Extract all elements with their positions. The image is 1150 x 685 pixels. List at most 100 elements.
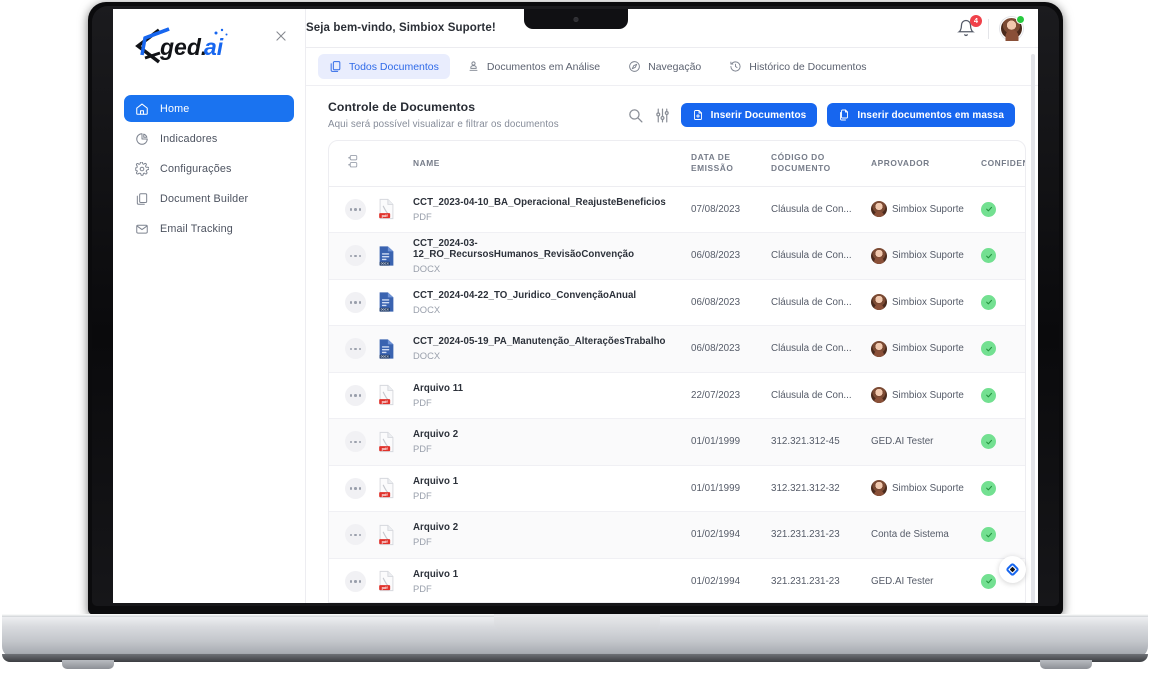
row-name-cell: CCT_2023-04-10_BA_Operacional_ReajusteBe…	[413, 186, 691, 234]
search-icon[interactable]	[627, 107, 644, 124]
check-icon	[985, 579, 992, 584]
row-date-cell: 06/08/2023	[691, 279, 771, 327]
row-menu-button[interactable]	[345, 431, 366, 453]
row-name-cell: CCT_2024-04-22_TO_Juridico_ConvençãoAnua…	[413, 279, 691, 327]
row-menu-button[interactable]	[345, 245, 366, 267]
svg-text:pdf: pdf	[382, 400, 389, 404]
insert-documents-bulk-button[interactable]: Inserir documentos em massa	[827, 103, 1015, 127]
row-name-cell: Arquivo 1 PDF	[413, 558, 691, 602]
row-menu-button[interactable]	[345, 477, 366, 499]
row-approver-cell: Simbiox Suporte	[871, 279, 981, 327]
svg-text:pdf: pdf	[382, 540, 389, 544]
user-avatar-button[interactable]	[1000, 15, 1025, 40]
col-approver: APROVADOR	[871, 141, 981, 187]
approver-avatar	[871, 247, 887, 264]
docx-file-icon: DOCX	[379, 292, 394, 312]
row-code-cell: Cláusula de Con...	[771, 186, 871, 234]
sidebar-item-email-tracking[interactable]: Email Tracking	[124, 215, 294, 242]
table-row[interactable]: DOCX CCT_2024-05-19_PA_Manutenção_Altera…	[329, 325, 1025, 373]
row-menu-cell	[329, 465, 377, 513]
insert-documents-button[interactable]: Inserir Documentos	[680, 103, 818, 127]
sidebar-item-configuracoes[interactable]: Configurações	[124, 155, 294, 182]
row-menu-button[interactable]	[345, 570, 366, 592]
page-header-text: Controle de Documentos Aqui será possíve…	[328, 100, 559, 130]
sidebar-item-label: Email Tracking	[160, 222, 233, 235]
tab-label: Todos Documentos	[349, 60, 439, 73]
sliders-filter-icon[interactable]	[654, 107, 671, 124]
approver-name: Simbiox Suporte	[892, 203, 964, 215]
document-type: PDF	[413, 582, 432, 594]
svg-text:DOCX: DOCX	[381, 308, 389, 312]
approver-name: Simbiox Suporte	[892, 482, 964, 494]
tab-documentos-em-analise[interactable]: Documentos em Análise	[456, 54, 611, 79]
document-type: PDF	[413, 210, 432, 222]
check-icon	[985, 439, 992, 445]
table-row[interactable]: DOCX CCT_2024-03-12_RO_RecursosHumanos_R…	[329, 232, 1025, 280]
notifications-button[interactable]: 4	[957, 14, 982, 39]
laptop-base-shadow	[2, 654, 1148, 662]
sidebar: ged. ai Home Indicadores Configurações D…	[113, 9, 306, 603]
svg-text:pdf: pdf	[382, 586, 389, 590]
column-settings-icon[interactable]	[347, 154, 360, 169]
table-row[interactable]: pdf Arquivo 1 PDF 01/02/1994 321.231.231…	[329, 558, 1025, 602]
row-menu-cell	[329, 325, 377, 373]
row-menu-cell	[329, 372, 377, 420]
approver: Conta de Sistema	[871, 529, 981, 540]
table-row[interactable]: DOCX CCT_2024-04-22_TO_Juridico_Convençã…	[329, 279, 1025, 327]
document-type: DOCX	[413, 262, 441, 274]
row-approver-cell: GED.AI Tester	[871, 418, 981, 466]
approver-name: Simbiox Suporte	[892, 296, 964, 308]
page-subtitle: Aqui será possível visualizar e filtrar …	[328, 119, 559, 130]
sidebar-item-label: Document Builder	[160, 192, 249, 205]
row-code-cell: 312.321.312-32	[771, 465, 871, 513]
confidential-check-badge	[981, 294, 996, 310]
document-name: Arquivo 1	[413, 475, 459, 487]
row-name-cell: CCT_2024-05-19_PA_Manutenção_AlteraçõesT…	[413, 325, 691, 373]
insert-documents-label: Inserir Documentos	[710, 109, 807, 121]
table-row[interactable]: pdf Arquivo 11 PDF 22/07/2023 Cláusula d…	[329, 372, 1025, 420]
table-header: NAME DATA DE EMISSÃO CÓDIGO DO DOCUMENTO…	[329, 141, 1025, 187]
row-name-cell: Arquivo 11 PDF	[413, 372, 691, 420]
sidebar-item-document-builder[interactable]: Document Builder	[124, 185, 294, 212]
tab-bar: Todos Documentos Documentos em Análise N…	[306, 48, 1038, 86]
table-row[interactable]: pdf CCT_2023-04-10_BA_Operacional_Reajus…	[329, 186, 1025, 234]
approver-avatar	[871, 387, 887, 404]
check-icon	[985, 207, 992, 212]
col-date: DATA DE EMISSÃO	[691, 141, 771, 187]
approver-name: Conta de Sistema	[871, 529, 949, 541]
row-code-cell: 321.231.231-23	[771, 558, 871, 602]
top-bar-right: 4	[957, 9, 1025, 48]
row-approver-cell: Simbiox Suporte	[871, 186, 981, 234]
tab-todos-documentos[interactable]: Todos Documentos	[318, 54, 450, 79]
docx-file-icon: DOCX	[379, 246, 394, 266]
row-date-cell: 06/08/2023	[691, 325, 771, 373]
tab-navegacao[interactable]: Navegação	[617, 54, 712, 79]
row-menu-button[interactable]	[345, 384, 366, 406]
row-menu-button[interactable]	[345, 338, 366, 360]
row-menu-button[interactable]	[345, 291, 366, 313]
approver-avatar	[871, 480, 887, 497]
table-row[interactable]: pdf Arquivo 2 PDF 01/01/1999 312.321.312…	[329, 418, 1025, 466]
laptop-mockup: Seja bem-vindo, Simbiox Suporte! 4 ged. …	[0, 0, 1150, 685]
pdf-file-icon: pdf	[379, 385, 394, 406]
tab-historico-de-documentos[interactable]: Histórico de Documentos	[718, 54, 877, 79]
sidebar-item-indicadores[interactable]: Indicadores	[124, 125, 294, 152]
row-menu-button[interactable]	[345, 524, 366, 546]
confidential-check-badge	[981, 480, 996, 496]
documents-table-card: NAME DATA DE EMISSÃO CÓDIGO DO DOCUMENTO…	[328, 140, 1026, 603]
support-fab-button[interactable]	[999, 556, 1026, 583]
confidential-check-badge	[981, 573, 996, 589]
approver-name: GED.AI Tester	[871, 575, 934, 587]
row-confidential-cell	[981, 418, 1025, 466]
row-date-cell: 01/01/1999	[691, 465, 771, 513]
col-menu	[329, 141, 377, 187]
sidebar-item-home[interactable]: Home	[124, 95, 294, 122]
approver: GED.AI Tester	[871, 436, 981, 447]
table-row[interactable]: pdf Arquivo 1 PDF 01/01/1999 312.321.312…	[329, 465, 1025, 513]
close-icon[interactable]	[274, 29, 288, 43]
vertical-scrollbar[interactable]	[1031, 54, 1035, 603]
approver: Simbiox Suporte	[871, 387, 981, 404]
row-menu-button[interactable]	[345, 198, 366, 220]
pdf-file-icon: pdf	[379, 431, 394, 453]
table-row[interactable]: pdf Arquivo 2 PDF 01/02/1994 321.231.231…	[329, 511, 1025, 559]
